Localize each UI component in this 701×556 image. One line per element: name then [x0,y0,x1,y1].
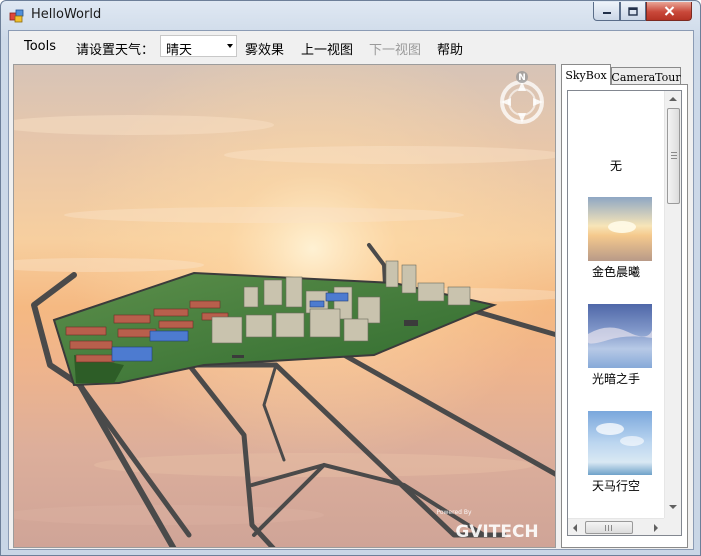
side-panel: SkyBox CameraTour 无 金色晨曦 光暗之手 天马行空 [561,64,689,548]
grip-line [671,152,677,153]
tab-cameratour-label: CameraTour [611,71,681,84]
chevron-down-icon[interactable] [227,44,233,48]
skybox-thumbnail-light-dark-hand[interactable] [588,304,652,368]
close-icon [664,6,674,16]
skybox-item-label: 无 [609,159,622,173]
client-area: Tools 请设置天气： 晴天 雾效果 上一视图 下一视图 帮助 N Power… [8,30,694,550]
scroll-up-icon[interactable] [669,97,677,101]
grip-line [671,158,677,159]
grip-line [611,525,612,531]
scrollbar-corner [664,518,681,535]
vertical-scroll-thumb[interactable] [667,108,680,204]
weather-select-value: 晴天 [166,43,193,58]
compass-north-label: N [518,73,526,83]
logo-caption: Powered By [436,509,472,516]
grip-line [605,525,606,531]
menu-help[interactable]: 帮助 [437,39,463,58]
menu-tools[interactable]: Tools [24,39,56,54]
skybox-item-label: 金色晨曦 [591,265,640,279]
skybox-list[interactable]: 无 金色晨曦 光暗之手 天马行空 [567,90,682,536]
window-title: HelloWorld [31,7,102,22]
skybox-item-label: 光暗之手 [591,372,640,386]
skybox-thumbnail-golden-dawn[interactable] [588,197,652,261]
skybox-item-label: 天马行空 [591,479,640,493]
maximize-button[interactable] [620,2,646,21]
minimize-icon [602,12,611,14]
scroll-left-icon[interactable] [573,524,577,532]
skybox-item-light-dark-hand[interactable]: 光暗之手 [568,370,664,387]
weather-select[interactable]: 晴天 [160,35,237,58]
title-bar[interactable]: HelloWorld [1,1,700,30]
menu-bar: Tools 请设置天气： 晴天 雾效果 上一视图 下一视图 帮助 [9,31,693,63]
skybox-item-golden-dawn[interactable]: 金色晨曦 [568,263,664,280]
tab-skybox-label: SkyBox [565,68,607,82]
scene-viewport[interactable]: N Powered By GVITECH [13,64,556,548]
app-window: HelloWorld Tools 请设置天气： 晴天 雾效果 上一视图 下一视图… [0,0,701,556]
maximize-icon [628,6,638,16]
scroll-right-icon[interactable] [654,524,658,532]
grip-line [608,525,609,531]
logo-text: GVITECH [455,522,538,542]
menu-prev-view[interactable]: 上一视图 [301,39,353,58]
skybox-item-none[interactable]: 无 [568,157,664,174]
scroll-down-icon[interactable] [669,505,677,509]
menu-fog[interactable]: 雾效果 [245,39,284,58]
skybox-item-pegasus-sky[interactable]: 天马行空 [568,477,664,494]
vertical-scrollbar[interactable] [664,91,681,518]
tab-skybox[interactable]: SkyBox [561,64,611,85]
horizontal-scroll-thumb[interactable] [585,521,633,534]
skybox-thumbnail-pegasus-sky[interactable] [588,411,652,475]
close-button[interactable] [646,2,692,21]
app-icon [9,9,24,23]
scene-canvas[interactable]: N Powered By GVITECH [14,65,556,548]
weather-label: 请设置天气： [76,43,155,58]
skybox-tab-panel: 无 金色晨曦 光暗之手 天马行空 [561,84,688,548]
menu-next-view[interactable]: 下一视图 [369,39,421,58]
minimize-button[interactable] [593,2,620,21]
grip-line [671,155,677,156]
